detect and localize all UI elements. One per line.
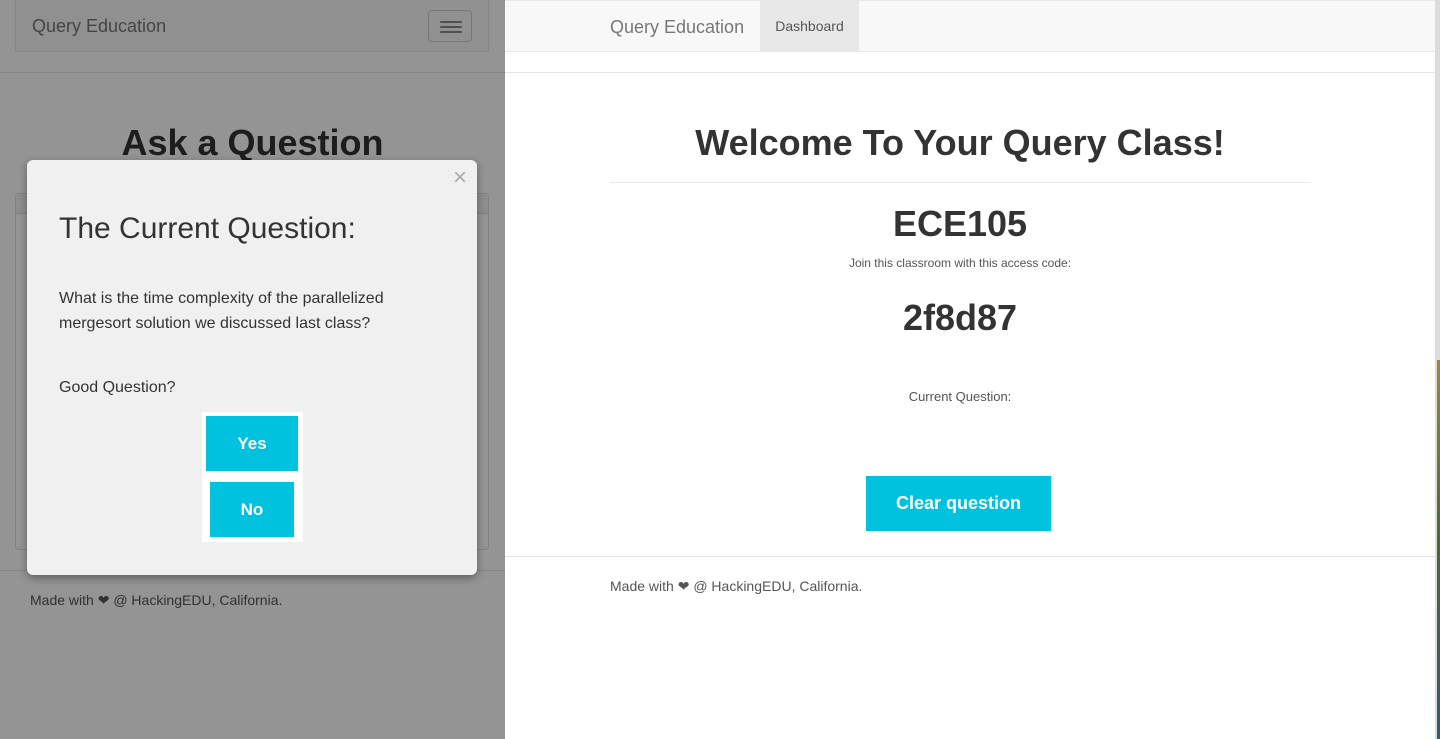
close-icon[interactable]: ×: [453, 166, 467, 190]
modal-title: The Current Question:: [59, 212, 356, 245]
join-instructions: Join this classroom with this access cod…: [848, 256, 1072, 270]
vote-button-group: Yes No: [202, 412, 303, 542]
teacher-window: Query Education Dashboard Welcome To You…: [505, 0, 1435, 739]
vote-prompt: Good Question?: [59, 379, 176, 396]
brand-link[interactable]: Query Education: [610, 17, 744, 38]
navbar: Query Education Dashboard: [505, 0, 1435, 52]
title-divider: [610, 182, 1311, 183]
page-title: Welcome To Your Query Class!: [695, 122, 1225, 163]
student-window: Query Education Ask a Question Made with…: [0, 0, 505, 739]
divider: [505, 556, 1435, 557]
class-name: ECE105: [892, 203, 1028, 244]
footer-suffix: @ HackingEDU, California.: [693, 578, 863, 594]
footer: Made with ❤ @ HackingEDU, California.: [610, 578, 862, 595]
current-question-label: Current Question:: [908, 389, 1012, 404]
current-question-modal: × The Current Question: What is the time…: [27, 160, 477, 575]
footer-prefix: Made with: [610, 578, 674, 594]
nav-tab-dashboard[interactable]: Dashboard: [760, 1, 859, 52]
no-button[interactable]: No: [210, 482, 294, 537]
yes-button[interactable]: Yes: [206, 416, 298, 471]
question-text: What is the time complexity of the paral…: [59, 290, 384, 332]
heart-icon: ❤: [677, 578, 690, 594]
divider: [505, 72, 1435, 73]
clear-question-button[interactable]: Clear question: [866, 476, 1051, 531]
access-code: 2f8d87: [902, 297, 1018, 338]
